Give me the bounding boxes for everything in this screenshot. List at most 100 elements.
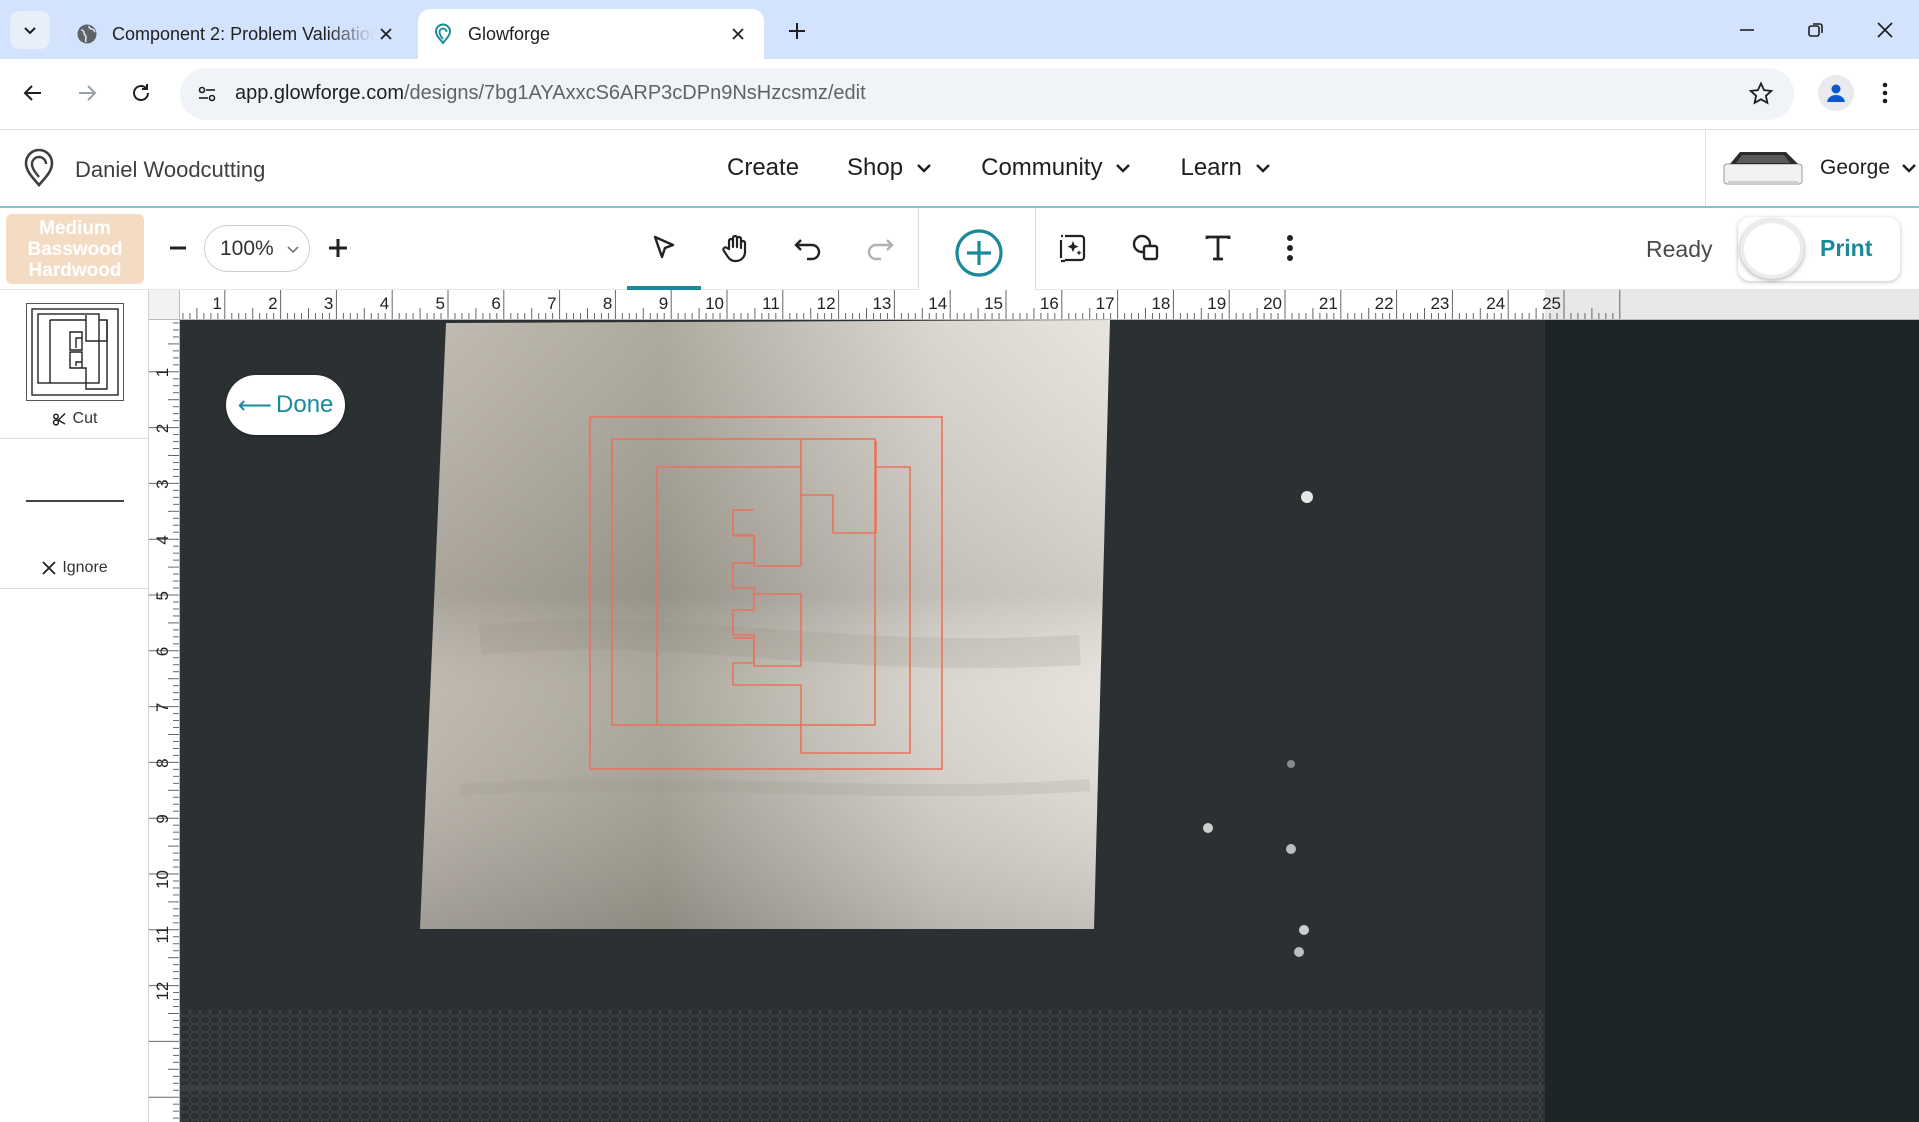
layer-line-preview	[26, 500, 124, 502]
ruler-label: 9	[153, 814, 172, 823]
layer-item-cut[interactable]: Cut	[0, 290, 149, 439]
ruler-label: 3	[153, 479, 172, 488]
more-options-button[interactable]	[1266, 224, 1314, 272]
browser-tab-strip: Component 2: Problem Validation Glowforg…	[0, 0, 1919, 59]
tab-title: Glowforge	[468, 23, 551, 44]
undo-button[interactable]	[784, 224, 832, 272]
print-label: Print	[1820, 235, 1873, 261]
design-workspace[interactable]: 1 2 3 4 5 6 7 8 9 10 11 12 13 14 15 16 17 18 19 20 21 22 23 24 2…	[149, 290, 1919, 1122]
shapes-button[interactable]	[1122, 224, 1170, 272]
magic-trace-icon	[1059, 234, 1086, 263]
ruler-label: 4	[380, 294, 389, 313]
shapes-icon	[1132, 234, 1159, 261]
chevron-down-icon	[287, 246, 299, 254]
ruler-label: 19	[1207, 294, 1226, 313]
close-icon[interactable]	[726, 22, 750, 46]
ruler-label: 10	[153, 870, 172, 889]
browser-tab-component[interactable]: Component 2: Problem Validation	[62, 9, 412, 59]
magic-trace-button[interactable]	[1050, 224, 1098, 272]
zoom-out-button[interactable]	[162, 232, 194, 264]
arrow-right-icon	[79, 85, 97, 101]
brand-name[interactable]: Daniel Woodcutting	[75, 157, 265, 183]
ruler-label: 17	[1096, 294, 1115, 313]
nav-learn[interactable]: Learn	[1180, 154, 1271, 182]
redo-icon	[867, 239, 894, 261]
back-button[interactable]	[16, 76, 50, 110]
layer-thumbnail	[26, 303, 124, 401]
redo-button[interactable]	[856, 224, 904, 272]
new-tab-button[interactable]	[782, 16, 812, 46]
ruler-label: 4	[153, 535, 172, 544]
done-button[interactable]: ⟵ Done	[226, 375, 345, 435]
reload-button[interactable]	[124, 76, 158, 110]
add-artwork-panel	[918, 208, 1036, 294]
glowforge-logo-icon[interactable]	[22, 148, 56, 188]
ruler-label: 12	[153, 982, 172, 1001]
editor-toolbar: Medium Basswood Hardwood 100% Ready Prin…	[0, 208, 1919, 294]
layer-mode-cut[interactable]: Cut	[0, 410, 149, 428]
address-bar[interactable]: app.glowforge.com/designs/7bg1AYAxxcS6AR…	[180, 68, 1794, 120]
minimize-button[interactable]	[1730, 14, 1764, 46]
main-nav: Create Shop Community Learn	[727, 154, 1320, 182]
chevron-down-icon	[1902, 164, 1916, 173]
site-info-icon[interactable]	[194, 81, 220, 107]
bed-camera-view[interactable]: ⟵ Done	[180, 320, 1545, 1122]
browser-toolbar: app.glowforge.com/designs/7bg1AYAxxcS6AR…	[0, 59, 1919, 130]
layer-item-ignore[interactable]: Ignore	[0, 439, 149, 589]
layer-mode-ignore[interactable]: Ignore	[0, 559, 149, 577]
kebab-menu-icon	[1882, 82, 1888, 104]
nav-community[interactable]: Community	[981, 154, 1132, 182]
browser-tab-glowforge[interactable]: Glowforge	[418, 9, 764, 59]
x-icon	[42, 561, 56, 575]
zoom-in-button[interactable]	[322, 232, 354, 264]
chevron-down-icon	[917, 164, 931, 173]
ruler-label: 13	[872, 294, 891, 313]
restore-button[interactable]	[1799, 14, 1833, 46]
close-icon[interactable]	[374, 22, 398, 46]
bookmark-star-icon[interactable]	[1748, 81, 1774, 107]
tab-title: Component 2: Problem Validation	[112, 23, 374, 44]
ruler-label: 9	[659, 294, 668, 313]
minus-icon	[170, 246, 186, 250]
close-window-button[interactable]	[1868, 14, 1902, 46]
user-name: George	[1820, 156, 1891, 179]
scissors-icon	[52, 412, 66, 426]
forward-button[interactable]	[70, 76, 104, 110]
ruler-label: 3	[324, 294, 333, 313]
nav-create[interactable]: Create	[727, 154, 799, 182]
profile-avatar[interactable]	[1818, 75, 1854, 111]
ruler-label: 24	[1486, 294, 1505, 313]
zoom-select[interactable]: 100%	[204, 225, 310, 272]
chrome-menu-button[interactable]	[1870, 76, 1900, 110]
arrow-left-icon: ⟵	[237, 391, 273, 419]
material-selector[interactable]: Medium Basswood Hardwood	[6, 214, 144, 284]
ruler-label: 15	[984, 294, 1003, 313]
ruler-label: 8	[153, 758, 172, 767]
print-button-knob	[1740, 219, 1804, 279]
add-circle-icon[interactable]	[953, 227, 1005, 279]
nav-shop[interactable]: Shop	[847, 154, 933, 182]
ruler-label: 5	[436, 294, 445, 313]
undo-icon	[794, 239, 821, 261]
layers-sidebar: Cut Ignore	[0, 290, 149, 1122]
text-tool-button[interactable]	[1194, 224, 1242, 272]
vertical-ruler: 1 2 3 4 5 6 7 8 9 10 11 12	[149, 320, 180, 1122]
print-button[interactable]: Print	[1738, 217, 1900, 281]
bed-photo	[180, 320, 1545, 1122]
ruler-label: 6	[153, 647, 172, 656]
text-icon	[1205, 235, 1231, 261]
app-header: Daniel Woodcutting Create Shop Community…	[0, 130, 1919, 208]
person-icon	[1827, 84, 1845, 102]
ruler-label: 22	[1375, 294, 1394, 313]
ruler-label: 20	[1263, 294, 1282, 313]
machine-status: Ready	[1646, 236, 1713, 262]
pan-tool-button[interactable]	[712, 224, 760, 272]
tab-search-button[interactable]	[10, 11, 50, 49]
ruler-label: 5	[153, 591, 172, 600]
off-bed-area	[1545, 320, 1919, 1122]
select-tool-button[interactable]	[627, 224, 701, 290]
pointer-arrow-icon	[653, 235, 675, 259]
user-menu[interactable]: George	[1705, 130, 1919, 206]
close-icon	[1877, 22, 1893, 38]
ruler-label: 14	[928, 294, 947, 313]
